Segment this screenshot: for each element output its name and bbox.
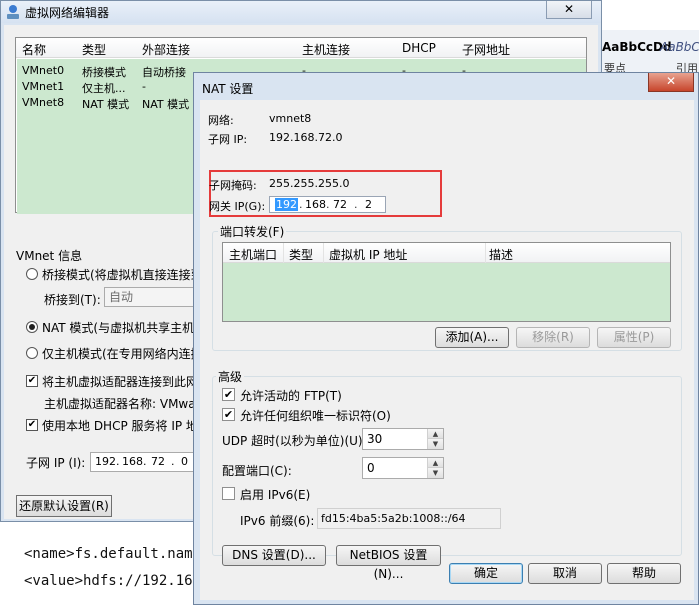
port-forwarding-title: 端口转发(F) bbox=[218, 223, 287, 240]
bridge-to-label: 桥接到(T): bbox=[44, 293, 101, 307]
col-name[interactable]: 名称 bbox=[22, 41, 46, 58]
col-host-port[interactable]: 主机端口 bbox=[229, 246, 277, 263]
style-sample-2[interactable]: AaBbC bbox=[656, 36, 699, 58]
subnet-mask-label: 子网掩码: bbox=[209, 179, 257, 192]
adapter-name-label: 主机虚拟适配器名称: VMwar bbox=[44, 397, 201, 411]
subnet-ip-seg-3[interactable]: 72 bbox=[151, 455, 165, 468]
allow-ftp-checkbox[interactable]: ✔ bbox=[222, 388, 235, 401]
row1-name[interactable]: VMnet1 bbox=[22, 80, 64, 93]
subnet-ip-label: 子网 IP (I): bbox=[26, 456, 86, 470]
ok-button[interactable]: 确定 bbox=[449, 563, 523, 584]
properties-button[interactable]: 属性(P) bbox=[597, 327, 671, 348]
col-external[interactable]: 外部连接 bbox=[142, 41, 190, 58]
help-button[interactable]: 帮助 bbox=[607, 563, 681, 584]
ipv6-prefix-label: IPv6 前缀(6): bbox=[240, 514, 315, 528]
network-label: 网络: bbox=[208, 114, 234, 127]
port-down-arrow-icon[interactable]: ▼ bbox=[428, 468, 443, 478]
config-port-value[interactable]: 0 bbox=[367, 461, 375, 475]
hostonly-radio[interactable] bbox=[26, 347, 38, 359]
row2-type: NAT 模式 bbox=[82, 98, 130, 111]
port-up-arrow-icon[interactable]: ▲ bbox=[428, 458, 443, 468]
dns-settings-button[interactable]: DNS 设置(D)... bbox=[222, 545, 326, 566]
vne-titlebar[interactable]: 虚拟网络编辑器 ✕ bbox=[1, 1, 601, 23]
udp-up-arrow-icon[interactable]: ▲ bbox=[428, 429, 443, 439]
nat-client-area: 网络: vmnet8 子网 IP: 192.168.72.0 子网掩码: 255… bbox=[200, 100, 694, 600]
row1-ext: - bbox=[142, 80, 146, 93]
bridge-option-label[interactable]: 桥接模式(将虚拟机直接连接到 bbox=[42, 266, 203, 283]
udp-down-arrow-icon[interactable]: ▼ bbox=[428, 439, 443, 449]
nat-titlebar[interactable]: NAT 设置 ✕ bbox=[194, 73, 698, 99]
row2-name[interactable]: VMnet8 bbox=[22, 96, 64, 109]
col-subnet[interactable]: 子网地址 bbox=[462, 41, 510, 58]
config-port-spinner[interactable]: 0 ▲ ▼ bbox=[362, 457, 444, 479]
config-port-label: 配置端口(C): bbox=[222, 464, 292, 478]
nat-settings-dialog: NAT 设置 ✕ 网络: vmnet8 子网 IP: 192.168.72.0 … bbox=[193, 72, 699, 605]
subnet-ip-field[interactable]: 192 . 168 . 72 . 0 bbox=[90, 452, 196, 472]
enable-ipv6-checkbox[interactable] bbox=[222, 487, 235, 500]
gateway-seg-2[interactable]: 168 bbox=[304, 198, 327, 211]
allow-oui-checkbox[interactable]: ✔ bbox=[222, 408, 235, 421]
udp-timeout-label: UDP 超时(以秒为单位)(U): bbox=[222, 434, 367, 448]
add-button[interactable]: 添加(A)... bbox=[435, 327, 509, 348]
vne-title: 虚拟网络编辑器 bbox=[25, 6, 110, 20]
bridge-to-select[interactable]: 自动 bbox=[104, 287, 194, 307]
subnet-ip-seg-2[interactable]: 168 bbox=[122, 455, 143, 468]
vne-close-button[interactable]: ✕ bbox=[546, 1, 592, 19]
gateway-ip-field[interactable]: 192 . 168 . 72 . 2 bbox=[269, 196, 386, 213]
gateway-seg-1[interactable]: 192 bbox=[275, 198, 298, 211]
subnet-mask-value: 255.255.255.0 bbox=[269, 177, 350, 190]
bridge-radio[interactable] bbox=[26, 268, 38, 280]
connect-adapter-checkbox[interactable]: ✔ bbox=[26, 375, 38, 387]
row0-type: 桥接模式 bbox=[82, 66, 126, 79]
port-forwarding-header: 主机端口 类型 虚拟机 IP 地址 描述 bbox=[223, 243, 670, 263]
nat-subnet-ip-label: 子网 IP: bbox=[208, 133, 248, 146]
network-list-header: 名称 类型 外部连接 主机连接 DHCP 子网地址 bbox=[16, 38, 586, 58]
col-host[interactable]: 主机连接 bbox=[302, 41, 350, 58]
code-line-1: <name>fs.default.nam bbox=[24, 546, 193, 562]
gateway-seg-4[interactable]: 2 bbox=[364, 198, 373, 211]
gateway-ip-label: 网关 IP(G): bbox=[209, 200, 266, 213]
connect-adapter-label[interactable]: 将主机虚拟适配器连接到此网 bbox=[42, 373, 198, 390]
nat-radio[interactable] bbox=[26, 321, 38, 333]
row0-name[interactable]: VMnet0 bbox=[22, 64, 64, 77]
col-description[interactable]: 描述 bbox=[489, 246, 513, 263]
nat-title: NAT 设置 bbox=[202, 82, 254, 96]
subnet-ip-seg-4[interactable]: 0 bbox=[181, 455, 188, 468]
enable-ipv6-label[interactable]: 启用 IPv6(E) bbox=[240, 486, 310, 503]
allow-ftp-label[interactable]: 允许活动的 FTP(T) bbox=[240, 387, 342, 404]
netbios-settings-button[interactable]: NetBIOS 设置(N)... bbox=[336, 545, 441, 581]
remove-button[interactable]: 移除(R) bbox=[516, 327, 590, 348]
advanced-title: 高级 bbox=[216, 368, 245, 385]
vmnet-info-label: VMnet 信息 bbox=[16, 249, 83, 263]
col-type[interactable]: 类型 bbox=[82, 41, 106, 58]
use-dhcp-label[interactable]: 使用本地 DHCP 服务将 IP 地址 bbox=[42, 417, 210, 434]
allow-oui-label[interactable]: 允许任何组织唯一标识符(O) bbox=[240, 407, 391, 424]
udp-timeout-spinner[interactable]: 30 ▲ ▼ bbox=[362, 428, 444, 450]
col-vm-ip[interactable]: 虚拟机 IP 地址 bbox=[329, 246, 407, 263]
nat-close-button[interactable]: ✕ bbox=[648, 73, 694, 92]
col-dhcp[interactable]: DHCP bbox=[402, 41, 436, 55]
restore-defaults-button[interactable]: 还原默认设置(R) bbox=[16, 495, 112, 517]
row0-ext: 自动桥接 bbox=[142, 66, 186, 79]
nat-option-label[interactable]: NAT 模式(与虚拟机共享主机的 bbox=[42, 319, 206, 336]
use-dhcp-checkbox[interactable]: ✔ bbox=[26, 419, 38, 431]
subnet-ip-seg-1[interactable]: 192 bbox=[95, 455, 116, 468]
row2-ext: NAT 模式 bbox=[142, 98, 190, 111]
udp-timeout-value[interactable]: 30 bbox=[367, 432, 382, 446]
col-pf-type[interactable]: 类型 bbox=[289, 246, 313, 263]
gateway-seg-3[interactable]: 72 bbox=[332, 198, 348, 211]
nat-subnet-ip-value: 192.168.72.0 bbox=[269, 131, 343, 144]
row1-type: 仅主机... bbox=[82, 82, 126, 95]
network-value: vmnet8 bbox=[269, 112, 312, 125]
ipv6-prefix-field[interactable]: fd15:4ba5:5a2b:1008::/64 bbox=[317, 508, 501, 529]
network-app-icon bbox=[7, 5, 19, 19]
port-forwarding-list[interactable]: 主机端口 类型 虚拟机 IP 地址 描述 bbox=[222, 242, 671, 322]
cancel-button[interactable]: 取消 bbox=[528, 563, 602, 584]
code-line-2: <value>hdfs://192.168 bbox=[24, 573, 202, 589]
hostonly-option-label[interactable]: 仅主机模式(在专用网络内连接 bbox=[42, 345, 203, 362]
